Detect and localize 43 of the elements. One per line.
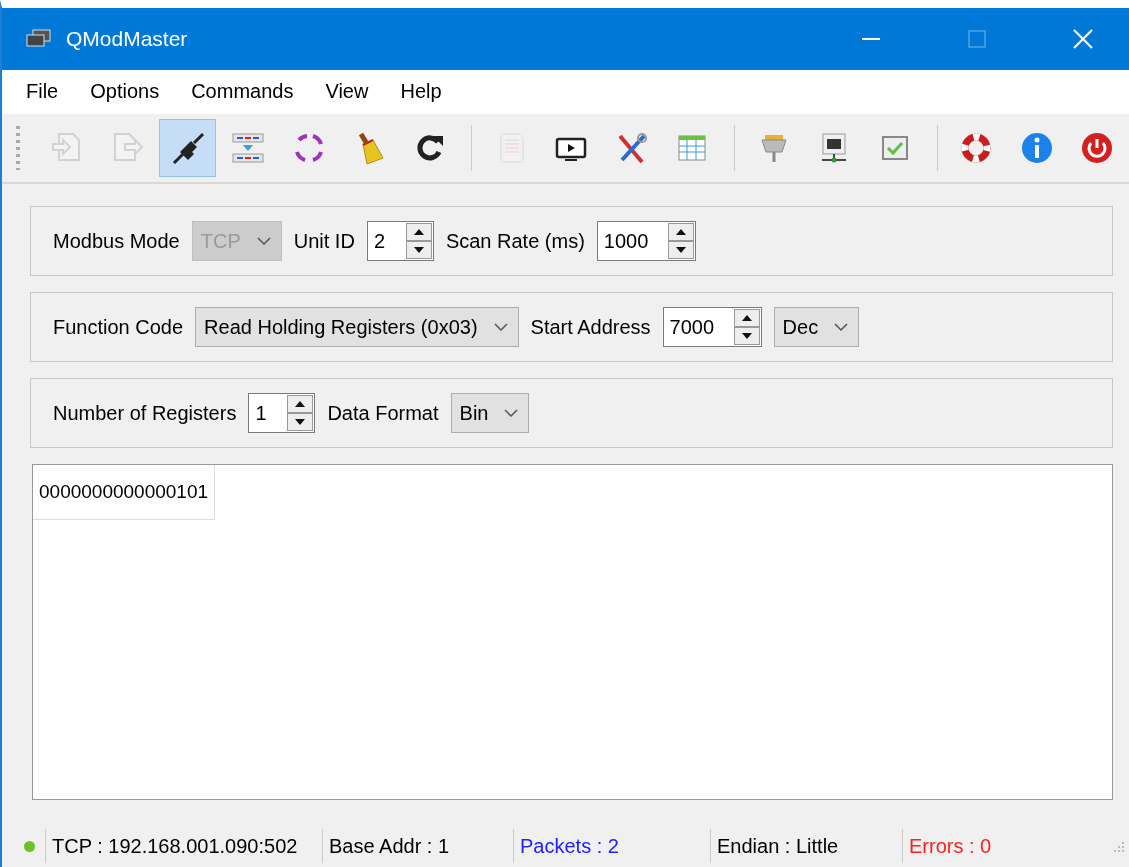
window-title: QModMaster <box>66 27 189 51</box>
dropdown[interactable]: Dec <box>773 307 860 347</box>
spin-box[interactable]: 7000 <box>662 307 762 347</box>
up-arrow-icon[interactable] <box>295 401 306 407</box>
up-arrow-icon[interactable] <box>675 229 686 235</box>
menu-item[interactable]: Options <box>74 80 176 103</box>
menu-item[interactable]: Help <box>384 80 458 103</box>
spin-box[interactable]: 1 <box>248 393 316 433</box>
down-arrow-icon[interactable] <box>741 333 752 339</box>
status-text: Base Addr : 1 <box>322 829 513 863</box>
status-text: Errors : 0 <box>902 829 1098 863</box>
field-label: Modbus Mode <box>53 229 180 253</box>
down-arrow-icon[interactable] <box>295 419 306 425</box>
down-arrow-icon[interactable] <box>675 247 686 253</box>
up-arrow-icon[interactable] <box>413 229 424 235</box>
field-label: Start Address <box>530 315 651 339</box>
transfer-icon <box>230 130 266 166</box>
dropdown[interactable]: Read Holding Registers (0x03) <box>195 307 519 347</box>
menu-item[interactable]: Commands <box>175 80 310 103</box>
close-button[interactable] <box>1073 29 1093 49</box>
toolbar-button[interactable] <box>158 119 217 177</box>
menu-item[interactable]: File <box>10 80 75 103</box>
chevron-icon <box>256 237 271 245</box>
chevron-icon <box>834 323 849 331</box>
field-label: Unit ID <box>293 229 355 253</box>
resize-grip-icon[interactable] <box>1111 839 1125 853</box>
down-arrow-icon[interactable] <box>413 247 424 253</box>
chevron-icon <box>493 323 508 331</box>
menu-item[interactable]: View <box>309 80 385 103</box>
field-label: Data Format <box>327 401 439 425</box>
status-text: TCP : 192.168.001.090:502 <box>45 829 322 863</box>
field-label: Scan Rate (ms) <box>445 229 585 253</box>
table-cell: 0000000000000101 <box>33 465 216 520</box>
app-icon <box>26 29 52 49</box>
status-text: Packets : 2 <box>513 829 710 863</box>
up-arrow-icon[interactable] <box>741 315 752 321</box>
spin-box[interactable]: 1000 <box>596 221 696 261</box>
field-label: Number of Registers <box>53 401 237 425</box>
status-text: Endian : Little <box>710 829 902 863</box>
dropdown[interactable]: Bin <box>450 393 530 433</box>
chevron-icon <box>504 409 519 417</box>
spin-box[interactable]: 2 <box>366 221 434 261</box>
field-label: Function Code <box>53 315 184 339</box>
